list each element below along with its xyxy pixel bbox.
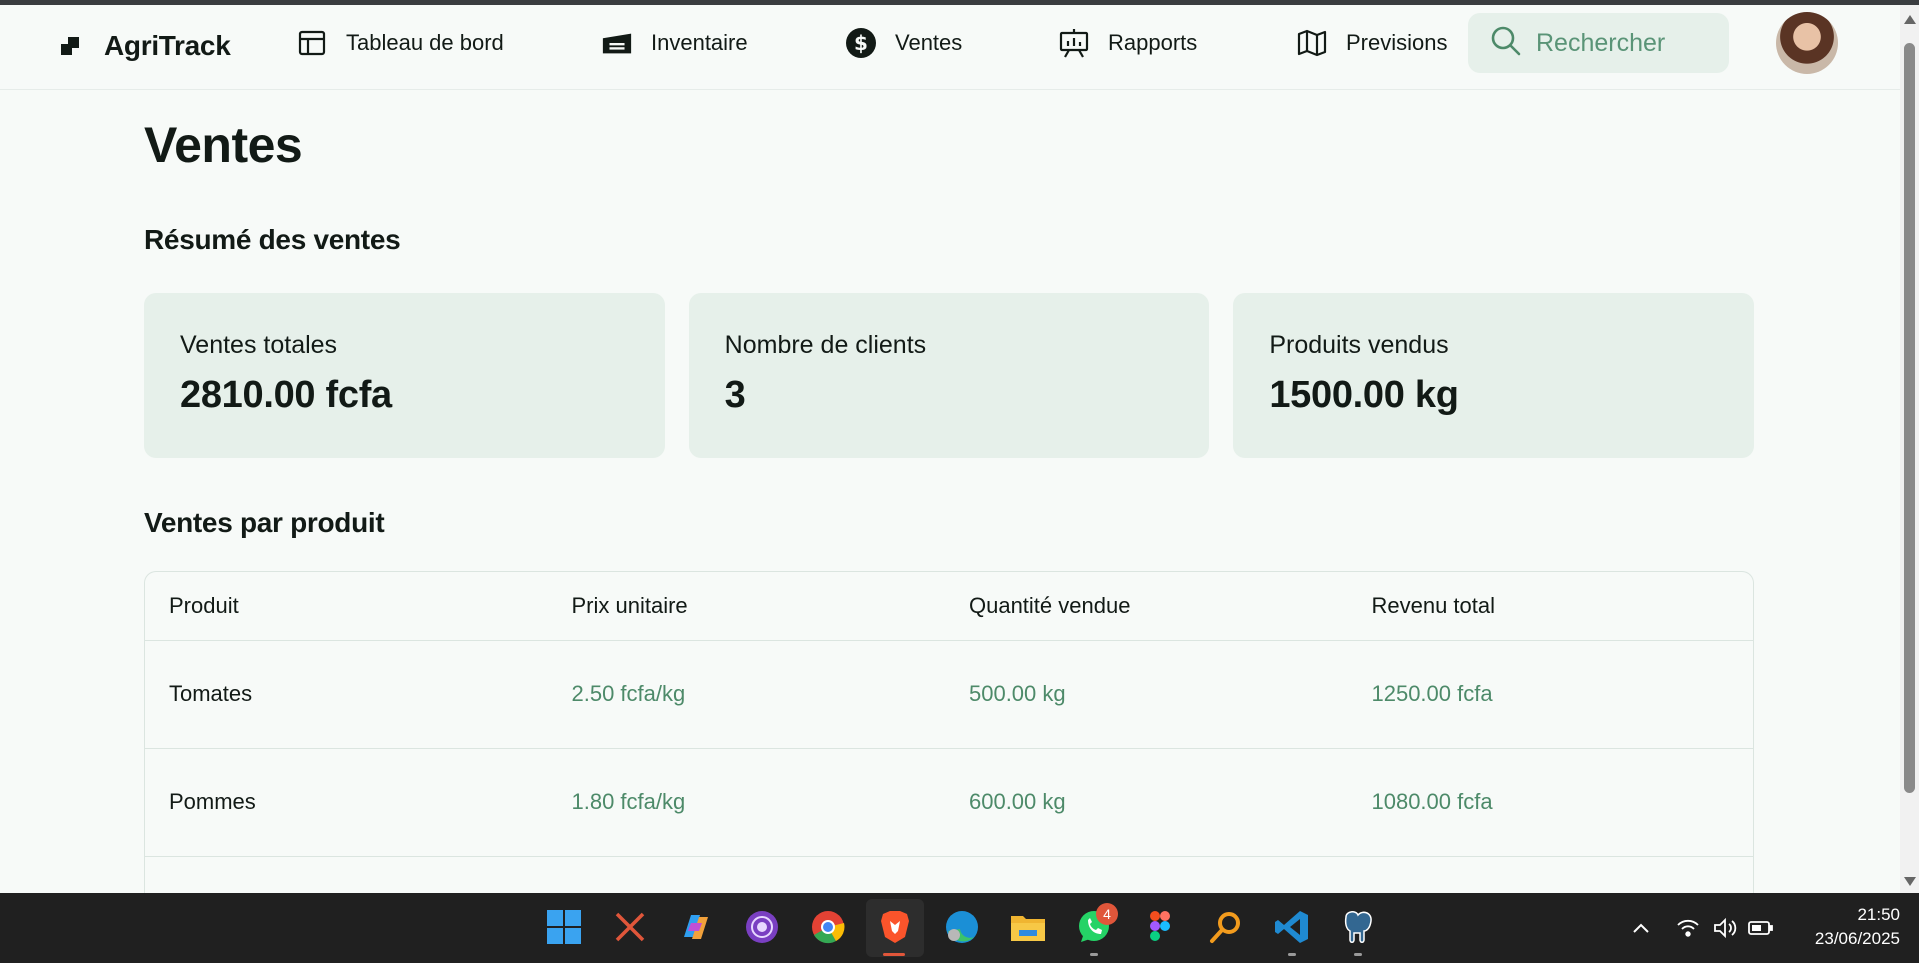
app-logo[interactable]: AgriTrack [60,30,231,62]
running-app-indicator [1288,953,1296,956]
battery-icon[interactable] [1748,893,1774,963]
file-explorer-icon[interactable] [1008,907,1048,947]
brave-browser-icon[interactable] [875,907,915,947]
scroll-up-arrow-icon[interactable] [1904,15,1916,24]
nav-label: Previsions [1346,30,1448,55]
os-taskbar: 4 21:50 23/06/2025 [0,893,1919,963]
running-app-indicator [1090,953,1098,956]
cell-product: Tomates [145,639,548,748]
cell-unit-price: 1.80 fcfa/kg [547,747,945,856]
nav-label: Rapports [1108,30,1198,55]
nav-label: Ventes [895,30,963,55]
user-avatar[interactable] [1776,12,1838,74]
nav-item-previsions[interactable]: Previsions [1296,27,1447,59]
running-app-indicator [1354,953,1362,956]
nav-item-tableau-de-bord[interactable]: Tableau de bord [296,27,504,59]
nav-item-rapports[interactable]: Rapports [1058,27,1197,59]
stat-value: 3 [724,374,746,416]
sales-by-product-table: Produit Prix unitaire Quantité vendue Re… [144,571,1754,911]
active-app-indicator [883,953,905,956]
cell-revenue: 1250.00 fcfa [1347,639,1753,748]
currency-dollar-icon: $ [845,27,877,59]
app-name: AgriTrack [104,30,231,61]
table-row[interactable]: Pommes 1.80 fcfa/kg 600.00 kg 1080.00 fc… [145,747,1753,856]
copilot-icon[interactable] [676,907,716,947]
app-header: AgriTrack Tableau de bord Inventaire $ V… [0,5,1900,90]
scroll-thumb[interactable] [1904,43,1915,793]
stat-card-client-count: Nombre de clients 3 [688,293,1210,458]
notification-badge: 4 [1096,903,1118,925]
summary-cards: Ventes totales 2810.00 fcfa Nombre de cl… [144,293,1755,458]
search-bar[interactable] [1468,13,1729,73]
page-title: Ventes [144,117,303,173]
presentation-chart-icon [1058,27,1090,59]
chrome-icon[interactable] [808,907,848,947]
stat-value: 2810.00 fcfa [180,374,392,416]
sales-by-product-title: Ventes par produit [144,507,385,538]
nav-label: Tableau de bord [346,30,504,55]
tor-browser-icon[interactable] [742,907,782,947]
warehouse-icon [601,27,633,59]
nav-item-ventes[interactable]: $ Ventes [845,27,962,59]
stat-label: Produits vendus [1269,331,1449,359]
cell-quantity: 500.00 kg [944,639,1348,748]
column-header-product: Produit [169,592,239,618]
stat-label: Ventes totales [180,331,338,359]
windows-start-icon[interactable] [544,907,584,947]
column-header-revenue: Revenu total [1371,592,1496,618]
scroll-down-arrow-icon[interactable] [1904,877,1916,886]
logo-icon [60,36,80,56]
tray-overflow-chevron-icon[interactable] [1632,893,1650,963]
column-header-unit-price: Prix unitaire [571,592,688,618]
cell-product: Pommes [145,747,548,856]
search-icon [1490,25,1522,62]
vscode-icon[interactable] [1272,907,1312,947]
edge-icon[interactable] [942,907,982,947]
clock-time: 21:50 [1857,905,1900,924]
layout-icon [296,27,328,59]
svg-text:$: $ [854,31,868,55]
search-tool-icon[interactable] [1206,907,1246,947]
clock-date: 23/06/2025 [1814,929,1900,948]
cell-unit-price: 2.50 fcfa/kg [547,639,945,748]
stat-card-total-sales: Ventes totales 2810.00 fcfa [144,293,665,458]
summary-section-title: Résumé des ventes [144,224,401,255]
page-scrollbar[interactable] [1900,5,1919,893]
search-input[interactable] [1536,28,1716,58]
stat-label: Nombre de clients [724,331,927,359]
table-header-row: Produit Prix unitaire Quantité vendue Re… [145,572,1753,640]
stat-card-products-sold: Produits vendus 1500.00 kg [1233,293,1755,458]
column-header-quantity: Quantité vendue [968,592,1131,618]
figma-icon[interactable] [1140,907,1180,947]
volume-icon[interactable] [1712,893,1738,963]
nav-item-inventaire[interactable]: Inventaire [601,27,748,59]
system-clock[interactable]: 21:50 23/06/2025 [1790,903,1900,951]
cell-quantity: 600.00 kg [944,747,1348,856]
table-row[interactable]: Tomates 2.50 fcfa/kg 500.00 kg 1250.00 f… [145,639,1753,748]
cell-revenue: 1080.00 fcfa [1347,747,1753,856]
x-app-icon[interactable] [610,907,650,947]
map-icon [1296,27,1328,59]
wifi-icon[interactable] [1676,893,1700,963]
postgresql-icon[interactable] [1338,907,1378,947]
stat-value: 1500.00 kg [1269,374,1459,416]
nav-label: Inventaire [651,30,748,55]
